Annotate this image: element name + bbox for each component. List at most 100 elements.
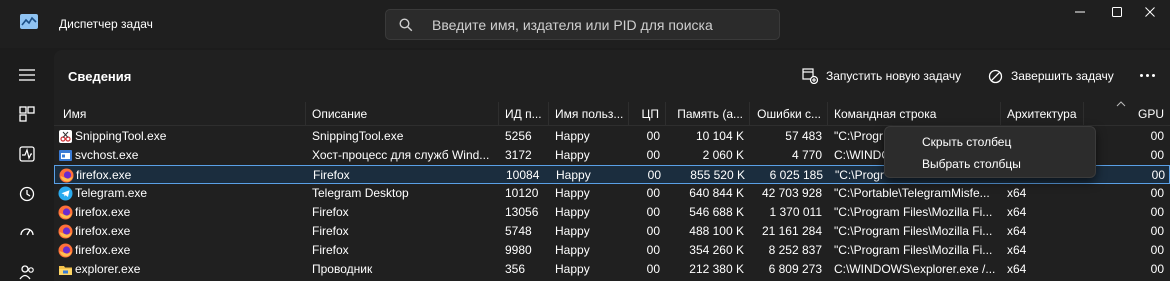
cell-desc: Firefox xyxy=(312,243,349,257)
nav-performance[interactable] xyxy=(8,138,46,170)
close-icon xyxy=(1145,7,1155,17)
cell-user: Happy xyxy=(555,205,590,219)
cell-mem: 2 060 K xyxy=(702,148,744,162)
table-header: Имя Описание ИД п... Имя польз... ЦП Пам… xyxy=(54,101,1170,126)
table-row[interactable]: explorer.exe Проводник 356 Happy 00 212 380 K… xyxy=(54,260,1170,279)
cell-arch: x64 xyxy=(1007,205,1027,219)
cell-pid: 10084 xyxy=(506,168,540,182)
cell-cpu: 00 xyxy=(646,148,660,162)
cell-name: firefox.exe xyxy=(75,205,131,219)
cell-gpu: 00 xyxy=(1150,205,1164,219)
cell-gpu: 00 xyxy=(1150,186,1164,200)
cell-gpu: 00 xyxy=(1150,129,1164,143)
cell-mem: 546 688 K xyxy=(689,205,744,219)
users-icon xyxy=(19,265,34,280)
cell-arch: x64 xyxy=(1007,224,1027,238)
cell-cpu: 00 xyxy=(646,224,660,238)
menu-item-hide-column[interactable]: Скрыть столбец xyxy=(886,131,1094,153)
column-header-memory[interactable]: Память (а... xyxy=(666,102,750,126)
cell-cpu: 00 xyxy=(646,205,660,219)
column-header-user[interactable]: Имя польз... xyxy=(549,102,629,126)
column-header-name[interactable]: Имя xyxy=(54,102,306,126)
navigation-sidebar xyxy=(0,48,54,281)
cell-desc: Firefox xyxy=(312,224,349,238)
cell-user: Happy xyxy=(555,243,590,257)
search-input[interactable] xyxy=(432,10,772,39)
processes-icon xyxy=(19,106,35,122)
nav-users[interactable] xyxy=(8,256,46,281)
cell-user: Happy xyxy=(556,168,591,182)
cell-desc: Firefox xyxy=(312,205,349,219)
end-task-label: Завершить задачу xyxy=(1011,69,1114,83)
column-header-description[interactable]: Описание xyxy=(306,102,499,126)
task-manager-app-icon xyxy=(20,14,38,29)
hamburger-icon xyxy=(19,69,35,81)
cell-cmd: "C:\Portable\TelegramMisfe... xyxy=(834,186,990,200)
cell-name: Telegram.exe xyxy=(75,186,148,200)
cell-pid: 13056 xyxy=(505,205,539,219)
cell-faults: 42 703 928 xyxy=(761,186,822,200)
menu-toggle-button[interactable] xyxy=(8,59,46,91)
history-icon xyxy=(19,186,35,202)
cell-arch: x64 xyxy=(1007,243,1027,257)
nav-startup[interactable] xyxy=(8,216,46,248)
title-bar: Диспетчер задач xyxy=(0,0,1170,48)
column-header-architecture[interactable]: Архитектура xyxy=(1001,102,1084,126)
column-header-page-faults[interactable]: Ошибки с... xyxy=(750,102,828,126)
cell-cpu: 00 xyxy=(646,243,660,257)
more-options-button[interactable] xyxy=(1134,64,1160,86)
cell-mem: 212 380 K xyxy=(689,262,744,276)
column-header-gpu[interactable]: GPU xyxy=(1084,102,1170,126)
cell-faults: 1 370 011 xyxy=(769,205,823,219)
cell-desc: Firefox xyxy=(313,168,350,182)
nav-processes[interactable] xyxy=(8,98,46,130)
cell-mem: 354 260 K xyxy=(689,243,744,257)
close-window-button[interactable] xyxy=(1130,0,1170,24)
cell-desc: Проводник xyxy=(312,262,373,276)
column-header-pid[interactable]: ИД п... xyxy=(499,102,549,126)
column-header-command-line[interactable]: Командная строка xyxy=(828,102,1001,126)
cell-arch: x64 xyxy=(1007,262,1027,276)
cell-mem: 855 520 K xyxy=(690,168,745,182)
cell-name: firefox.exe xyxy=(75,224,131,238)
performance-icon xyxy=(19,146,35,162)
cell-user: Happy xyxy=(555,148,590,162)
table-row[interactable]: firefox.exe Firefox 5748 Happy 00 488 100 K 21… xyxy=(54,222,1170,241)
menu-item-select-columns[interactable]: Выбрать столбцы xyxy=(886,153,1094,175)
cell-gpu: 00 xyxy=(1150,262,1164,276)
more-dot-icon xyxy=(1145,73,1149,77)
cell-pid: 356 xyxy=(505,262,526,276)
column-header-cpu[interactable]: ЦП xyxy=(629,102,666,126)
table-row[interactable]: firefox.exe Firefox 13056 Happy 00 546 688 K 1… xyxy=(54,203,1170,222)
cell-user: Happy xyxy=(555,129,590,143)
end-task-button[interactable]: Завершить задачу xyxy=(988,65,1114,87)
cell-faults: 6 025 185 xyxy=(769,168,823,182)
cell-cpu: 00 xyxy=(646,262,660,276)
cell-name: firefox.exe xyxy=(75,243,131,257)
table-row[interactable]: firefox.exe Firefox 9980 Happy 00 354 260 K 8 … xyxy=(54,241,1170,260)
page-title: Сведения xyxy=(68,69,132,84)
cell-gpu: 00 xyxy=(1150,243,1164,257)
cell-gpu: 00 xyxy=(1150,148,1164,162)
nav-app-history[interactable] xyxy=(8,178,46,210)
cell-desc: SnippingTool.exe xyxy=(312,129,404,143)
table-row[interactable]: Telegram.exe Telegram Desktop 10120 Happy 00… xyxy=(54,184,1170,203)
cell-cmd: C:\WINDOWS\explorer.exe /... xyxy=(834,262,996,276)
cell-pid: 10120 xyxy=(505,186,539,200)
cell-cmd: "C:\Program Files\Mozilla Fi... xyxy=(834,243,993,257)
cell-name: svchost.exe xyxy=(75,148,139,162)
column-context-menu: Скрыть столбец Выбрать столбцы xyxy=(884,126,1096,178)
more-dot-icon xyxy=(1151,73,1155,77)
cell-faults: 8 252 837 xyxy=(768,243,822,257)
cell-user: Happy xyxy=(555,262,590,276)
cell-pid: 5748 xyxy=(505,224,532,238)
cell-pid: 5256 xyxy=(505,129,532,143)
minimize-button[interactable] xyxy=(1060,0,1100,24)
search-box[interactable] xyxy=(385,9,780,40)
cell-user: Happy xyxy=(555,224,590,238)
cell-gpu: 00 xyxy=(1150,224,1164,238)
cell-arch: x64 xyxy=(1007,186,1027,200)
run-new-task-button[interactable]: Запустить новую задачу xyxy=(802,65,961,87)
cell-desc: Telegram Desktop xyxy=(312,186,409,200)
cell-pid: 9980 xyxy=(505,243,532,257)
